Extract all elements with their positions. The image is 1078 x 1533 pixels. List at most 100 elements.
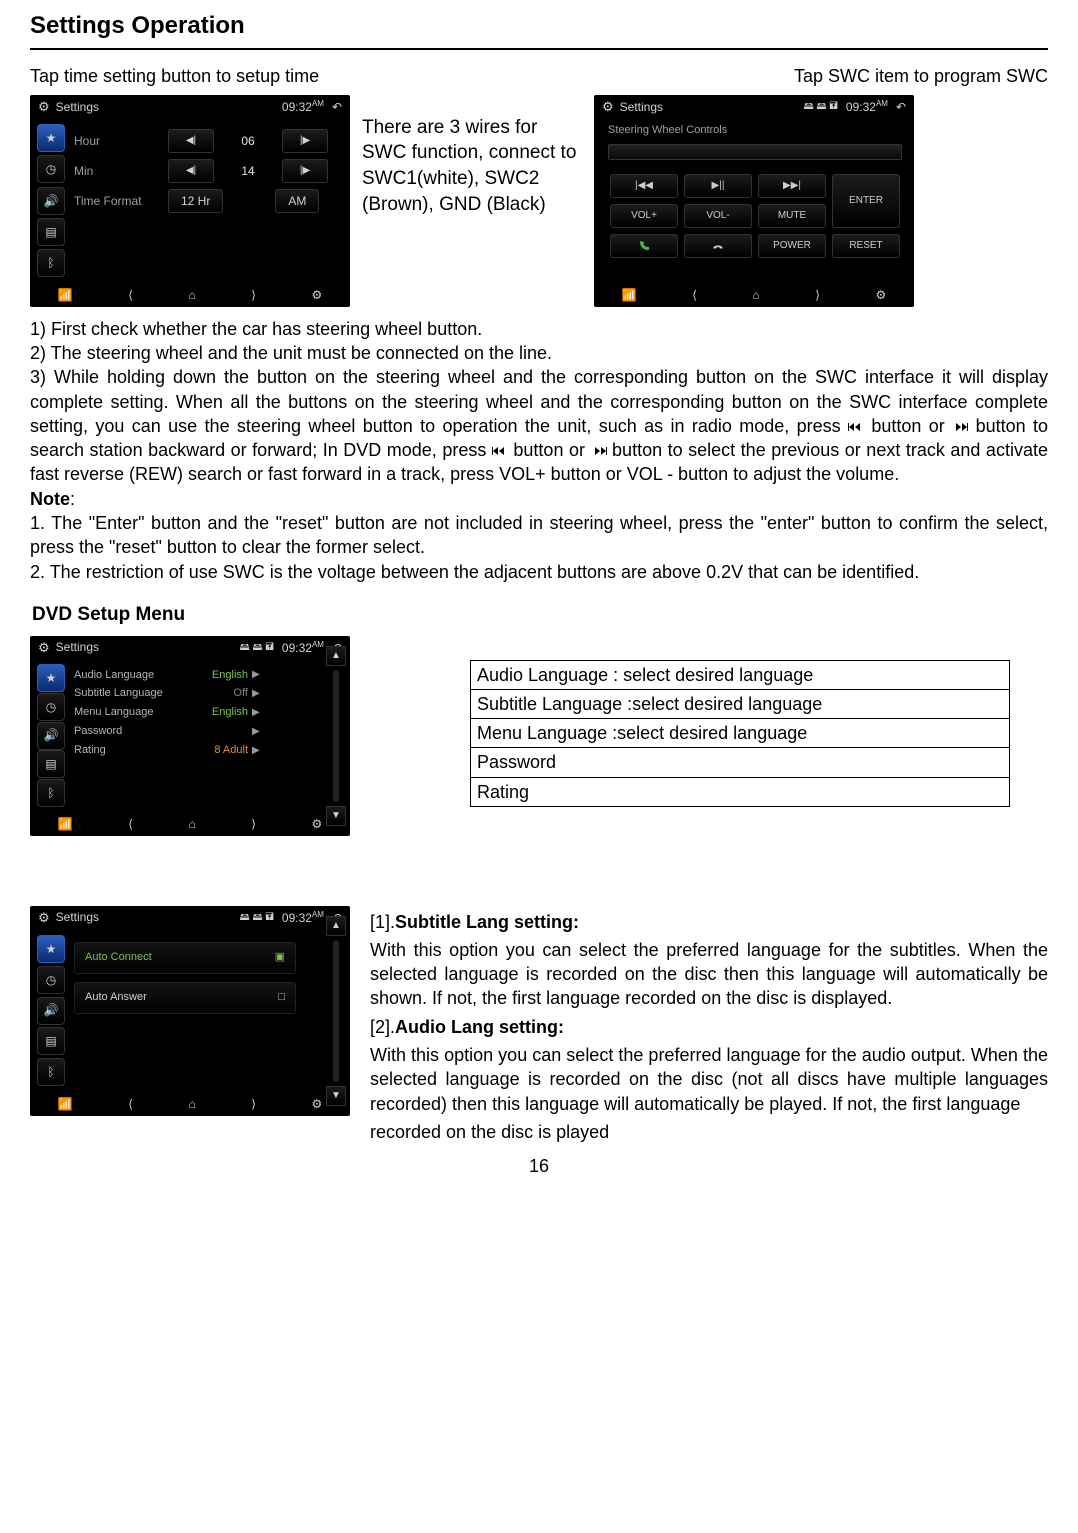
swc-next-button[interactable]: ▶▶|: [758, 174, 826, 198]
sidebar-bt-icon: ᛒ: [37, 1058, 65, 1086]
time-value: 09:32: [282, 100, 312, 114]
note-label: Note: [30, 489, 70, 509]
gear-icon: ⚙: [38, 98, 50, 116]
sidebar-clock-icon: ◷: [37, 693, 65, 721]
time-value: 09:32: [846, 100, 876, 114]
sidebar-bt-icon: ᛒ: [37, 779, 65, 807]
hour-prev-button[interactable]: ◀|: [168, 129, 214, 153]
nav-next-icon: ⟩: [251, 1096, 256, 1112]
scrollbar-track[interactable]: [333, 670, 339, 802]
format-label: Time Format: [74, 193, 162, 209]
swc-power-button[interactable]: POWER: [758, 234, 826, 258]
table-row-menu: Menu Language :select desired language: [471, 719, 1010, 748]
settings-label: Settings: [56, 909, 99, 925]
scrollbar-track[interactable]: [333, 940, 339, 1082]
nav-home-icon: ⌂: [752, 287, 759, 303]
toggle-off-icon: □: [278, 990, 285, 1005]
page-number: 16: [30, 1154, 1048, 1178]
note-2: 2. The restriction of use SWC is the vol…: [30, 560, 1048, 584]
time-settings-screenshot: ⚙ Settings 09:32AM ↶ ★ ◷ 🔊 ▤ ᛒ Hour ◀| 0…: [30, 95, 350, 307]
min-value: 14: [220, 163, 276, 179]
swc-mute-button[interactable]: MUTE: [758, 204, 826, 228]
nav-home-icon: ⌂: [188, 287, 195, 303]
swc-reset-button[interactable]: RESET: [832, 234, 900, 258]
min-prev-button[interactable]: ◀|: [168, 159, 214, 183]
sidebar-layers-icon: ▤: [37, 750, 65, 778]
nav-home-icon: ⌂: [188, 816, 195, 832]
table-row-rating: Rating: [471, 777, 1010, 806]
hour-value: 06: [220, 133, 276, 149]
sidebar-clock-icon: ◷: [37, 966, 65, 994]
swc-playpause-button[interactable]: ▶||: [684, 174, 752, 198]
gear-icon: ⚙: [38, 909, 50, 927]
swc-voldown-button[interactable]: VOL-: [684, 204, 752, 228]
swc-step-1: 1) First check whether the car has steer…: [30, 317, 1048, 341]
hour-next-button[interactable]: |▶: [282, 129, 328, 153]
nav-prev-icon: ⟨: [128, 1096, 133, 1112]
swc-instructions: 1) First check whether the car has steer…: [30, 317, 1048, 584]
nav-prev-icon: ⟨: [128, 287, 133, 303]
sidebar-sound-icon: 🔊: [37, 722, 65, 750]
nav-home-icon: ⌂: [188, 1096, 195, 1112]
min-label: Min: [74, 163, 162, 179]
nav-next-icon: ⟩: [251, 287, 256, 303]
chevron-right-icon: ▶: [252, 725, 260, 739]
subtitle-lang-heading: [1].Subtitle Lang setting:: [370, 910, 1048, 934]
swc-step-3: 3) While holding down the button on the …: [30, 365, 1048, 486]
sidebar-layers-icon: ▤: [37, 218, 65, 246]
swc-call-button[interactable]: [610, 234, 678, 258]
dvd-menu-lang-row[interactable]: Menu Language English ▶: [74, 705, 320, 720]
chevron-right-icon: ▶: [252, 668, 260, 682]
swc-step-2: 2) The steering wheel and the unit must …: [30, 341, 1048, 365]
nav-radio-icon: 📶: [58, 816, 73, 832]
title-rule: [30, 48, 1048, 50]
swc-prev-button[interactable]: |◀◀: [610, 174, 678, 198]
sidebar-star-icon: ★: [37, 664, 65, 692]
time-ampm: AM: [876, 99, 888, 108]
nav-settings-icon: ⚙: [311, 816, 322, 832]
swc-assignment-slot: [608, 144, 902, 160]
table-row-audio: Audio Language : select desired language: [471, 660, 1010, 689]
swc-settings-screenshot: ⚙ Settings 🖴 🖴 🖬 09:32AM ↶ Steering Whee…: [594, 95, 914, 307]
audio-lang-desc-1: With this option you can select the pref…: [370, 1043, 1048, 1116]
nav-next-icon: ⟩: [251, 816, 256, 832]
sidebar-sound-icon: 🔊: [37, 997, 65, 1025]
left-arrow-icon: ◀|: [186, 134, 196, 148]
phone-icon: [638, 240, 650, 252]
right-arrow-icon: |▶: [300, 134, 310, 148]
dvd-setup-heading: DVD Setup Menu: [32, 602, 1048, 628]
sidebar-bt-icon: ᛒ: [37, 249, 65, 277]
sidebar-star-icon: ★: [37, 124, 65, 152]
scroll-up-button[interactable]: ▲: [326, 646, 346, 666]
min-next-button[interactable]: |▶: [282, 159, 328, 183]
swc-hangup-button[interactable]: [684, 234, 752, 258]
swc-volup-button[interactable]: VOL+: [610, 204, 678, 228]
settings-label: Settings: [620, 99, 663, 115]
time-ampm: AM: [312, 99, 324, 108]
scroll-up-button[interactable]: ▲: [326, 916, 346, 936]
nav-prev-icon: ⟨: [128, 816, 133, 832]
sidebar-star-icon: ★: [37, 935, 65, 963]
chevron-right-icon: ▶: [252, 744, 260, 758]
rewind-icon: [492, 440, 508, 460]
hour-label: Hour: [74, 133, 162, 149]
auto-connect-row[interactable]: Auto Connect ▣: [74, 942, 296, 974]
ampm-button[interactable]: AM: [275, 189, 319, 213]
hangup-icon: [712, 240, 724, 252]
dvd-rating-row[interactable]: Rating 8 Adult ▶: [74, 743, 320, 758]
dvd-audio-lang-row[interactable]: Audio Language English ▶: [74, 668, 320, 683]
format-value-button[interactable]: 12 Hr: [168, 189, 223, 213]
dvd-subtitle-lang-row[interactable]: Subtitle Language Off ▶: [74, 686, 320, 701]
nav-radio-icon: 📶: [622, 287, 637, 303]
auto-answer-row[interactable]: Auto Answer □: [74, 982, 296, 1014]
nav-prev-icon: ⟨: [692, 287, 697, 303]
nav-radio-icon: 📶: [58, 287, 73, 303]
auto-connect-label: Auto Connect: [85, 950, 152, 965]
nav-radio-icon: 📶: [58, 1096, 73, 1112]
swc-enter-button[interactable]: ENTER: [832, 174, 900, 228]
page-title: Settings Operation: [30, 10, 1048, 46]
dvd-setup-screenshot: ⚙ Settings 🖴 🖴 🖬 09:32AM ↶ ★ ◷ 🔊 ▤ ᛒ Aud…: [30, 636, 350, 836]
subtitle-lang-desc: With this option you can select the pref…: [370, 938, 1048, 1011]
dvd-password-row[interactable]: Password ▶: [74, 724, 320, 739]
back-icon: ↶: [332, 99, 342, 115]
